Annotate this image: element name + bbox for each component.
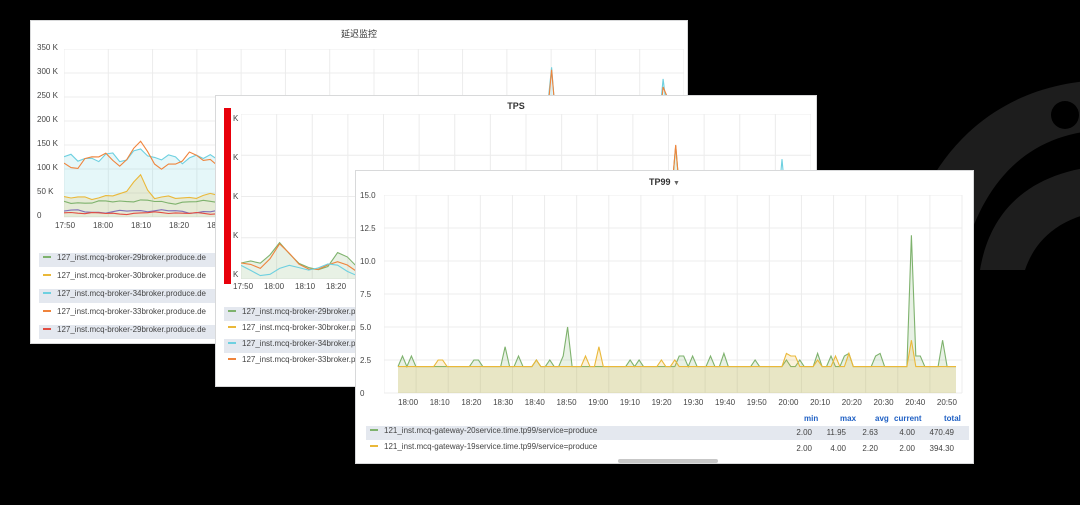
tp99-cell-avg: 2.20 <box>862 444 878 453</box>
x-tick-label: 19:10 <box>619 398 640 407</box>
y-tick-label: 100 K <box>37 163 58 172</box>
series-color-swatch <box>43 291 51 294</box>
col-header-min[interactable]: min <box>804 414 818 423</box>
x-tick-label: 19:20 <box>651 398 672 407</box>
caret-down-icon: ▼ <box>673 180 680 187</box>
x-tick-label: 18:30 <box>493 398 514 407</box>
tp99-legend-item[interactable]: 121_inst.mcq-gateway-20service.time.tp99… <box>366 426 969 440</box>
x-tick-label: 18:10 <box>429 398 450 407</box>
x-tick-label: 18:10 <box>131 221 152 230</box>
x-tick-label: 20:30 <box>873 398 894 407</box>
x-tick-label: 18:00 <box>264 282 285 291</box>
series-color-swatch <box>43 309 51 312</box>
x-tick-label: 18:10 <box>295 282 316 291</box>
x-tick-label: 18:20 <box>461 398 482 407</box>
tp99-chart <box>384 195 963 394</box>
latency-legend-label: 127_inst.mcq-broker-34broker.produce.de <box>57 289 206 298</box>
x-tick-label: 20:20 <box>841 398 862 407</box>
x-tick-label: 19:00 <box>588 398 609 407</box>
x-tick-label: 19:50 <box>746 398 767 407</box>
tp99-cell-current: 2.00 <box>899 444 915 453</box>
horizontal-scrollbar[interactable] <box>618 459 718 463</box>
y-tick-label: K <box>233 153 239 162</box>
y-tick-label: 2.5 <box>360 356 372 365</box>
y-tick-label: 150 K <box>37 139 58 148</box>
col-header-max[interactable]: max <box>840 414 856 423</box>
latency-panel-title[interactable]: 延迟监控 <box>31 27 687 40</box>
latency-legend-label: 127_inst.mcq-broker-30broker.produce.de <box>57 271 206 280</box>
col-header-avg[interactable]: avg <box>875 414 889 423</box>
tp99-series-line <box>397 235 956 369</box>
tps-legend-label: 127_inst.mcq-broker-29broker.pr <box>242 307 359 316</box>
y-tick-label: 7.5 <box>360 290 372 299</box>
latency-legend-label: 127_inst.mcq-broker-29broker.produce.de <box>57 325 206 334</box>
tps-legend-label: 127_inst.mcq-broker-33broker.pr <box>242 355 359 364</box>
y-tick-label: 250 K <box>37 91 58 100</box>
x-tick-label: 17:50 <box>55 221 76 230</box>
x-tick-label: 19:40 <box>715 398 736 407</box>
y-tick-label: 10.0 <box>360 257 376 266</box>
x-tick-label: 18:50 <box>556 398 577 407</box>
x-tick-label: 20:10 <box>810 398 831 407</box>
tps-red-marker <box>224 108 231 284</box>
y-tick-label: 200 K <box>37 115 58 124</box>
x-tick-label: 17:50 <box>233 282 254 291</box>
y-tick-label: K <box>233 270 239 279</box>
y-tick-label: 12.5 <box>360 224 376 233</box>
x-tick-label: 20:50 <box>936 398 957 407</box>
series-color-swatch <box>43 327 51 330</box>
tps-panel-title[interactable]: TPS <box>216 101 816 111</box>
x-tick-label: 20:00 <box>778 398 799 407</box>
series-color-swatch <box>228 357 236 360</box>
tp99-panel: TP99 ▼ 15.0 12.5 10.0 7.5 5.0 2.5 0 18:00 18:10… <box>355 170 974 464</box>
y-tick-label: 5.0 <box>360 323 372 332</box>
y-tick-label: 350 K <box>37 43 58 52</box>
y-tick-label: 300 K <box>37 67 58 76</box>
series-color-swatch <box>228 309 236 312</box>
y-tick-label: 0 <box>37 211 42 220</box>
y-tick-label: K <box>233 231 239 240</box>
series-color-swatch <box>43 273 51 276</box>
series-color-swatch <box>228 341 236 344</box>
tp99-legend-item[interactable]: 121_inst.mcq-gateway-19service.time.tp99… <box>366 442 969 456</box>
tp99-cell-avg: 2.63 <box>862 428 878 437</box>
series-color-swatch <box>43 255 51 258</box>
x-tick-label: 20:40 <box>905 398 926 407</box>
x-tick-label: 18:00 <box>93 221 114 230</box>
x-tick-label: 19:30 <box>683 398 704 407</box>
x-tick-label: 18:20 <box>326 282 347 291</box>
col-header-current[interactable]: current <box>894 414 922 423</box>
col-header-total[interactable]: total <box>944 414 961 423</box>
latency-legend-label: 127_inst.mcq-broker-33broker.produce.de <box>57 307 206 316</box>
tp99-panel-title[interactable]: TP99 ▼ <box>356 177 973 187</box>
tps-legend-label: 127_inst.mcq-broker-34broker.pr <box>242 339 359 348</box>
y-tick-label: K <box>233 192 239 201</box>
x-tick-label: 18:40 <box>524 398 545 407</box>
y-tick-label: 15.0 <box>360 191 376 200</box>
tp99-cell-total: 470.49 <box>929 428 954 437</box>
y-tick-label: K <box>233 114 239 123</box>
x-tick-label: 18:00 <box>398 398 419 407</box>
x-tick-label: 18:20 <box>169 221 190 230</box>
tp99-legend-label: 121_inst.mcq-gateway-20service.time.tp99… <box>384 426 598 435</box>
series-color-swatch <box>228 325 236 328</box>
tp99-cell-current: 4.00 <box>899 428 915 437</box>
y-tick-label: 0 <box>360 389 365 398</box>
tps-legend-label: 127_inst.mcq-broker-30broker.pr <box>242 323 359 332</box>
tp99-legend-label: 121_inst.mcq-gateway-19service.time.tp99… <box>384 442 598 451</box>
series-color-swatch <box>370 444 378 447</box>
tp99-title-text: TP99 <box>649 177 671 187</box>
y-tick-label: 50 K <box>37 187 54 196</box>
series-color-swatch <box>370 428 378 431</box>
tp99-cell-total: 394.30 <box>929 444 954 453</box>
latency-legend-label: 127_inst.mcq-broker-29broker.produce.de <box>57 253 206 262</box>
